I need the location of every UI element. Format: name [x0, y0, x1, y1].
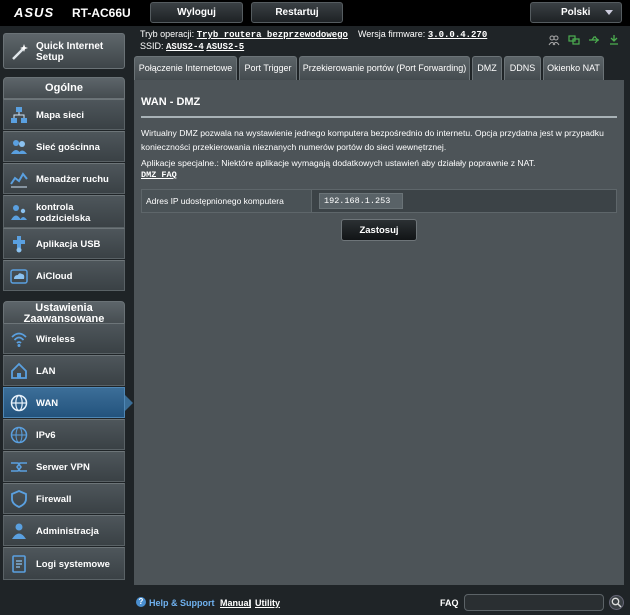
network-status-icon[interactable] [568, 34, 580, 46]
restart-button[interactable]: Restartuj [251, 2, 343, 23]
quick-setup-label: Quick Internet Setup [36, 41, 104, 63]
firewall-icon [11, 490, 27, 508]
language-value: Polski [561, 7, 591, 18]
help-support-link[interactable]: Help & Support [149, 598, 215, 608]
mode-link[interactable]: Tryb routera bezprzewodowego [197, 30, 348, 40]
sidebar-item-traffic-manager[interactable]: Menadżer ruchu [3, 163, 125, 194]
footer: ? Help & Support Manual | Utility FAQ [134, 588, 630, 615]
ssid-link-1[interactable]: ASUS2-4 [166, 42, 204, 52]
faq-label: FAQ [440, 598, 459, 608]
sidebar-item-network-map[interactable]: Mapa sieci [3, 99, 125, 130]
vpn-server-icon [11, 462, 27, 472]
sidebar-item-label: IPv6 [36, 430, 56, 441]
wan-icon [10, 394, 28, 412]
footer-separator: | [249, 598, 252, 608]
sidebar-item-label: Serwer VPN [36, 462, 90, 473]
manual-link[interactable]: Manual [220, 598, 251, 608]
usb-application-icon [13, 236, 25, 253]
active-indicator [125, 395, 133, 411]
system-log-icon [12, 555, 26, 573]
router-model: RT-AC66U [72, 6, 131, 20]
parental-control-icon [11, 205, 27, 220]
main-panel: WAN - DMZ Wirtualny DMZ pozwala na wysta… [134, 80, 624, 585]
sidebar-item-label: Administracja [36, 526, 99, 537]
sidebar-item-label: Menadżer ruchu [36, 174, 109, 185]
sidebar-item-vpn-server[interactable]: Serwer VPN [3, 451, 125, 482]
network-map-icon [11, 107, 27, 123]
tab-port-trigger[interactable]: Port Trigger [239, 56, 297, 80]
sidebar-item-label: AiCloud [36, 271, 73, 282]
sidebar-item-label: Logi systemowe [36, 559, 110, 570]
top-bar: ASUS RT-AC66U Wyloguj Restartuj Polski [0, 0, 630, 26]
ssid-label: SSID: [140, 41, 164, 51]
language-select[interactable]: Polski [530, 2, 622, 23]
search-icon[interactable] [609, 595, 624, 610]
description-text: Wirtualny DMZ pozwala na wystawienie jed… [141, 128, 604, 152]
help-icon: ? [136, 597, 146, 607]
sidebar-item-administration[interactable]: Administracja [3, 515, 125, 546]
sidebar-item-system-log[interactable]: Logi systemowe [3, 547, 125, 580]
aicloud-icon [10, 269, 28, 284]
sidebar-item-label: kontrola rodzicielska [36, 202, 91, 224]
sidebar-item-aicloud[interactable]: AiCloud [3, 260, 125, 291]
description: Wirtualny DMZ pozwala na wystawienie jed… [141, 126, 611, 170]
tab-dmz[interactable]: DMZ [472, 56, 502, 80]
status-icons [548, 34, 620, 46]
sidebar-item-label: Firewall [36, 494, 72, 505]
apply-button[interactable]: Zastosuj [341, 219, 417, 241]
sidebar-item-usb-application[interactable]: Aplikacja USB [3, 228, 125, 259]
sidebar-item-wan[interactable]: WAN [3, 387, 125, 418]
sidebar-item-label: Sieć gościnna [36, 142, 100, 153]
sidebar-item-label: Aplikacja USB [36, 239, 101, 250]
wand-icon [12, 44, 28, 60]
tab-port-forwarding[interactable]: Przekierowanie portów (Port Forwarding) [299, 56, 470, 80]
chevron-down-icon [605, 10, 613, 15]
quick-internet-setup-button[interactable]: Quick Internet Setup [3, 33, 125, 69]
firmware-label: Wersja firmware: [357, 29, 426, 39]
tab-nat-passthrough[interactable]: Okienko NAT [543, 56, 604, 80]
dmz-ip-label: Adres IP udostępnionego komputera [142, 190, 312, 212]
logout-button[interactable]: Wyloguj [150, 2, 243, 23]
tab-ddns[interactable]: DDNS [504, 56, 541, 80]
sidebar-item-label: Wireless [36, 334, 75, 345]
dmz-ip-input[interactable] [319, 193, 403, 209]
asus-logo: ASUS [14, 5, 55, 20]
dmz-ip-row: Adres IP udostępnionego komputera [141, 189, 617, 213]
page-title: WAN - DMZ [141, 96, 201, 108]
advanced-header: Ustawienia Zaawansowane [3, 301, 125, 325]
sidebar-item-guest-network[interactable]: Sieć gościnna [3, 131, 125, 162]
wireless-icon [11, 332, 27, 347]
utility-link[interactable]: Utility [255, 598, 280, 608]
sidebar-item-wireless[interactable]: Wireless [3, 323, 125, 354]
sidebar-item-ipv6[interactable]: IPv6 [3, 419, 125, 450]
firmware-link[interactable]: 3.0.0.4.270 [428, 30, 487, 40]
traffic-manager-icon [10, 172, 28, 188]
tab-internet-connection[interactable]: Połączenie Internetowe [134, 56, 237, 80]
ipv6-icon [10, 426, 28, 444]
dmz-faq-link[interactable]: DMZ FAQ [141, 170, 177, 180]
sidebar-item-parental-control[interactable]: kontrola rodzicielska [3, 195, 125, 228]
ssid-link-2[interactable]: ASUS2-5 [206, 42, 244, 52]
administration-icon [12, 523, 26, 539]
guest-network-icon [11, 140, 27, 154]
divider [141, 116, 617, 118]
sidebar-item-label: WAN [36, 398, 59, 409]
wan-status-icon[interactable] [608, 34, 620, 46]
special-apps-text: Aplikacje specjalne.: Niektóre aplikacje… [141, 158, 536, 168]
faq-search-input[interactable] [464, 594, 604, 611]
sidebar-item-firewall[interactable]: Firewall [3, 483, 125, 514]
sidebar-item-label: LAN [36, 366, 56, 377]
general-header: Ogólne [3, 77, 125, 99]
mode-label: Tryb operacji: [140, 29, 195, 39]
usb-icon[interactable] [588, 34, 600, 46]
sidebar-item-label: Mapa sieci [36, 110, 85, 121]
lan-icon [11, 362, 27, 379]
sidebar-item-lan[interactable]: LAN [3, 355, 125, 386]
clients-icon[interactable] [548, 34, 560, 46]
